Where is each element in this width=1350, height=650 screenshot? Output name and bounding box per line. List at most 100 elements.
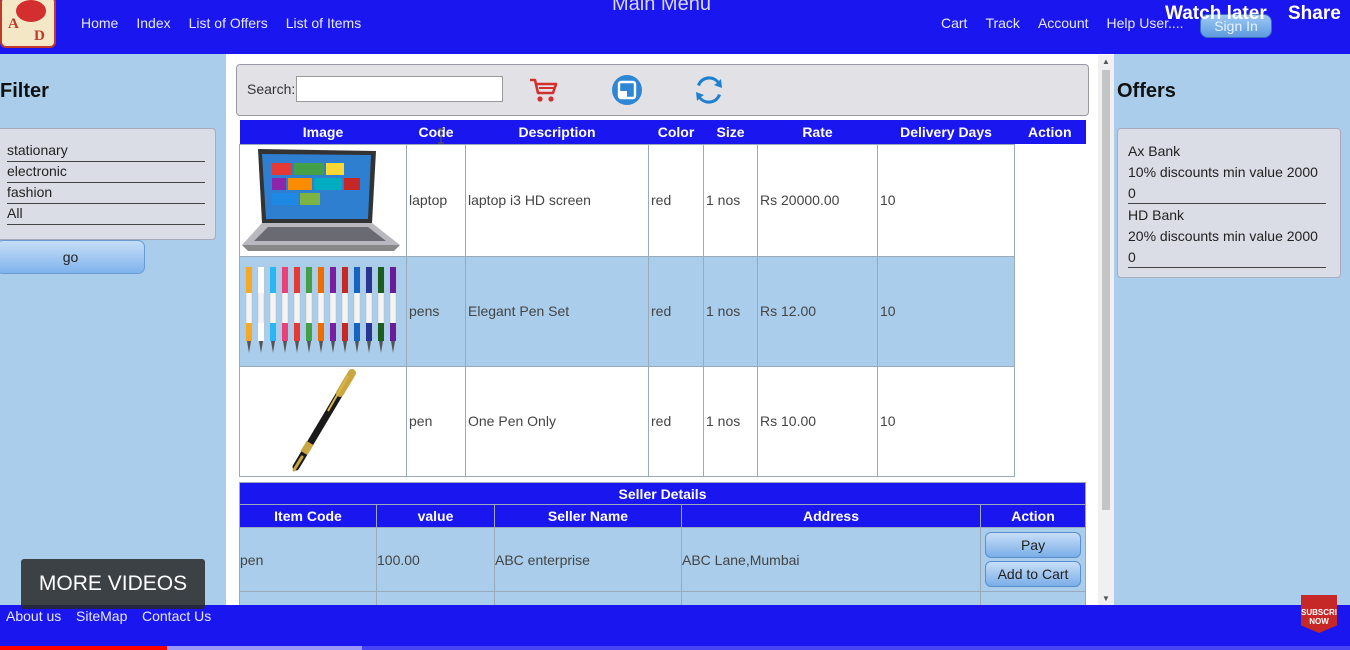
offer-bank: HD Bank <box>1128 207 1185 223</box>
column-header-description: Description <box>465 120 649 144</box>
column-header-color: Color <box>648 120 704 144</box>
video-progress-bar[interactable] <box>0 646 1350 650</box>
nav-left: Home Index List of Offers List of Items <box>72 15 370 31</box>
item-code: pen <box>406 365 466 477</box>
nav-list-of-items-link[interactable]: List of Items <box>286 15 361 31</box>
offer-item[interactable]: Ax Bank 10% discounts min value 2000 0 <box>1128 141 1340 204</box>
table-row[interactable]: pen One Pen Only red 1 nos Rs 10.00 10 <box>239 365 1086 477</box>
product-image-pens[interactable] <box>239 255 407 367</box>
item-code: laptop <box>406 143 466 257</box>
item-action <box>1014 256 1086 366</box>
filter-item-stationary[interactable]: stationary <box>7 141 205 162</box>
seller-name: ABC enterprise <box>494 527 682 592</box>
product-image-pen[interactable] <box>239 365 407 477</box>
more-videos-button[interactable]: MORE VIDEOS <box>21 559 205 609</box>
seller-table-header: Item Code value Seller Name Address Acti… <box>239 504 1087 528</box>
item-color: red <box>648 365 704 477</box>
column-header-address: Address <box>681 504 981 528</box>
items-table-header: Image Code Description Color Size Rate D… <box>239 120 1086 144</box>
footer-about-us-link[interactable]: About us <box>6 608 61 624</box>
add-to-cart-button[interactable]: Add to Cart <box>985 561 1082 587</box>
product-image-laptop[interactable] <box>239 143 407 257</box>
nav-list-of-offers-link[interactable]: List of Offers <box>189 15 268 31</box>
subscribe-badge[interactable]: SUBSCRIBE NOW <box>1301 595 1337 633</box>
top-navigation-bar: A D Main Menu Home Index List of Offers … <box>0 0 1350 54</box>
offer-bank: Ax Bank <box>1128 143 1181 159</box>
offer-value: 0 <box>1128 183 1326 204</box>
table-row[interactable]: laptop laptop i3 HD screen red 1 nos Rs … <box>239 143 1086 257</box>
item-code: pens <box>406 255 466 367</box>
text-cursor-icon <box>438 128 444 144</box>
column-header-item-code: Item Code <box>239 504 377 528</box>
column-header-seller-name: Seller Name <box>494 504 682 528</box>
footer-contact-us-link[interactable]: Contact Us <box>142 608 211 624</box>
item-description: Elegant Pen Set <box>465 255 649 367</box>
cart-icon[interactable] <box>527 74 561 106</box>
item-delivery-days: 10 <box>877 365 1015 477</box>
column-header-image: Image <box>239 120 407 144</box>
logo-letter-d: D <box>34 28 45 44</box>
column-header-rate: Rate <box>757 120 878 144</box>
vertical-scrollbar[interactable]: ▲ ▼ <box>1098 55 1114 605</box>
search-bar: Search: <box>236 64 1089 116</box>
item-size: 1 nos <box>703 143 758 257</box>
item-delivery-days: 10 <box>877 255 1015 367</box>
filter-item-all[interactable]: All <box>7 204 205 225</box>
offer-item[interactable]: HD Bank 20% discounts min value 2000 0 <box>1128 205 1340 268</box>
site-logo[interactable]: A D <box>0 0 56 48</box>
item-rate: Rs 12.00 <box>757 255 878 367</box>
scroll-up-arrow-icon[interactable]: ▲ <box>1102 57 1110 66</box>
offer-description: 10% discounts min value 2000 <box>1128 164 1318 180</box>
nav-account-link[interactable]: Account <box>1038 15 1089 31</box>
seller-item-code: pen <box>239 527 377 592</box>
save-icon[interactable] <box>610 74 644 106</box>
filter-list: stationary electronic fashion All <box>0 128 216 240</box>
column-header-code: Code <box>406 120 466 144</box>
main-menu-title: Main Menu <box>612 0 711 15</box>
go-button[interactable]: go <box>0 240 145 274</box>
item-delivery-days: 10 <box>877 143 1015 257</box>
column-header-size: Size <box>703 120 758 144</box>
offers-list: Ax Bank 10% discounts min value 2000 0 H… <box>1117 128 1341 278</box>
footer-bar: About us SiteMap Contact Us <box>0 605 1350 650</box>
column-header-seller-action: Action <box>979 504 1087 528</box>
column-header-delivery-days: Delivery Days <box>877 120 1015 144</box>
share-button[interactable]: Share <box>1288 3 1341 25</box>
nav-track-link[interactable]: Track <box>985 15 1019 31</box>
scrollbar-thumb[interactable] <box>1102 70 1110 510</box>
logo-letter-a: A <box>8 16 19 32</box>
nav-home-link[interactable]: Home <box>81 15 118 31</box>
video-played-fill <box>0 646 168 650</box>
nav-cart-link[interactable]: Cart <box>941 15 967 31</box>
column-header-value: value <box>376 504 495 528</box>
item-size: 1 nos <box>703 255 758 367</box>
item-description: One Pen Only <box>465 365 649 477</box>
item-color: red <box>648 255 704 367</box>
item-action <box>1014 144 1086 256</box>
item-rate: Rs 20000.00 <box>757 143 878 257</box>
seller-address: ABC Lane,Mumbai <box>681 527 981 592</box>
table-row[interactable]: pens Elegant Pen Set red 1 nos Rs 12.00 … <box>239 255 1086 367</box>
item-size: 1 nos <box>703 365 758 477</box>
filter-heading: Filter <box>0 80 49 102</box>
filter-item-electronic[interactable]: electronic <box>7 162 205 183</box>
nav-index-link[interactable]: Index <box>136 15 170 31</box>
item-rate: Rs 10.00 <box>757 365 878 477</box>
offers-heading: Offers <box>1117 80 1176 102</box>
offer-value: 0 <box>1128 247 1326 268</box>
main-content-panel: Search: Image Code Description Color Siz… <box>226 54 1114 612</box>
pay-button[interactable]: Pay <box>985 532 1082 558</box>
refresh-icon[interactable] <box>692 74 726 106</box>
search-input[interactable] <box>296 76 503 102</box>
table-row: pen 100.00 ABC enterprise ABC Lane,Mumba… <box>239 527 1087 592</box>
scroll-down-arrow-icon[interactable]: ▼ <box>1102 594 1110 603</box>
items-table: Image Code Description Color Size Rate D… <box>239 120 1086 477</box>
nav-right: Cart Track Account Help User.... <box>932 15 1193 31</box>
footer-sitemap-link[interactable]: SiteMap <box>76 608 127 624</box>
filter-item-fashion[interactable]: fashion <box>7 183 205 204</box>
search-label: Search: <box>247 81 296 97</box>
logo-mark <box>16 0 46 22</box>
seller-details-table: Seller Details Item Code value Seller Na… <box>238 482 1087 612</box>
watch-later-button[interactable]: Watch later <box>1165 3 1267 25</box>
seller-action-cell: Pay Add to Cart <box>979 527 1087 592</box>
